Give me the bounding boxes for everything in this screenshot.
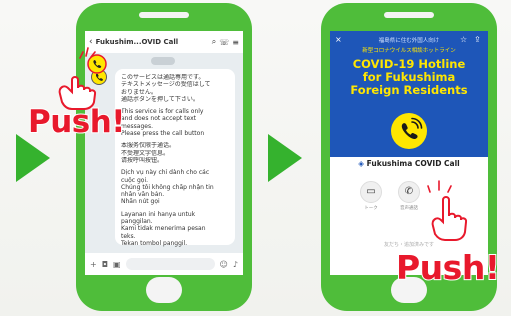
home-button	[146, 277, 182, 303]
close-icon[interactable]: ×	[335, 35, 342, 44]
message-line: Tekan tombol panggil.	[121, 239, 188, 247]
message-line: このサービスは通話専用です。	[121, 74, 205, 81]
message-line: teks.	[121, 232, 136, 240]
date-pill	[151, 57, 175, 65]
message-line: Layanan ini hanya untuk	[121, 210, 196, 218]
message-line: 本服务仅限于通话。	[121, 142, 176, 150]
message-line: テキストメッセージの受信はして	[121, 81, 211, 89]
message-line: Kami tidak menerima pesan	[121, 225, 206, 233]
middle-arrow-icon	[268, 134, 302, 182]
banner-title-line: Foreign Residents	[350, 83, 468, 97]
chat-screen: ‹ Fukushim...OVID Call ⌕ ☏ ≡ このサービスは通話専用…	[85, 31, 243, 275]
banner-subtitle-1: 福島県に住む外国人向け	[378, 38, 440, 44]
chat-body: このサービスは通話専用です。 テキストメッセージの受信はして おりません。 通話…	[85, 53, 243, 253]
phone-speaker	[384, 12, 434, 18]
tap-lines-icon	[79, 47, 96, 59]
search-icon[interactable]: ⌕	[212, 37, 216, 47]
mic-icon[interactable]: ♪	[233, 260, 238, 269]
message-line: This service is for calls only	[121, 108, 204, 116]
chat-header: ‹ Fukushim...OVID Call ⌕ ☏ ≡	[85, 31, 243, 53]
message-line: cuộc gọi.	[121, 176, 149, 184]
message-line: Dịch vụ này chỉ dành cho các	[121, 169, 210, 177]
message-line: 通話ボタンを押して下さい。	[121, 95, 199, 103]
phone-logo-icon	[391, 113, 427, 149]
message-line: nhắn văn bản.	[121, 191, 165, 199]
footer-text: 友だち・追加済みです	[383, 242, 434, 248]
voice-call-button[interactable]: ✆	[398, 181, 420, 203]
tap-lines-icon	[427, 180, 452, 193]
account-name: ◈ Fukushima COVID Call	[330, 159, 488, 168]
call-menu-icon[interactable]: ☏	[219, 38, 229, 47]
voice-call-button-label: 音声通話	[400, 206, 418, 211]
message-line: おりません。	[121, 88, 157, 96]
chat-bubble-icon: ▭	[366, 186, 376, 197]
menu-icon[interactable]: ≡	[232, 38, 239, 47]
emoji-icon[interactable]: ☺	[220, 260, 228, 269]
chat-button[interactable]: ▭	[360, 181, 382, 203]
image-icon[interactable]: ▣	[113, 260, 121, 269]
pointing-hand-icon	[431, 196, 468, 241]
chat-button-label: トーク	[364, 206, 378, 211]
plus-icon[interactable]: +	[90, 260, 97, 269]
message-line: Please press the call button	[121, 130, 205, 138]
message-line: 不受理文字信息。	[121, 149, 170, 157]
message-bubble: このサービスは通話専用です。 テキストメッセージの受信はして おりません。 通話…	[115, 69, 235, 247]
share-icon[interactable]: ⇪	[474, 35, 481, 44]
left-phone: ‹ Fukushim...OVID Call ⌕ ☏ ≡ このサービスは通話専用…	[76, 3, 252, 311]
message-input[interactable]	[125, 258, 215, 270]
message-line: 请按呼叫按钮。	[121, 156, 164, 164]
hotline-banner: × ☆ ⇪ 福島県に住む外国人向け 新型コロナウイルス相談ホットライン COVI…	[330, 31, 488, 157]
verified-shield-icon: ◈	[358, 159, 365, 168]
message-line: messages.	[121, 122, 153, 130]
message-line: Nhấn nút gọi	[121, 198, 160, 206]
chat-title: Fukushim...OVID Call	[95, 38, 179, 46]
phone-speaker	[139, 12, 189, 18]
message-line: and does not accept text	[121, 115, 197, 123]
message-line: panggilan.	[121, 218, 153, 226]
left-arrow-icon	[16, 134, 50, 182]
account-name-text: Fukushima COVID Call	[366, 159, 460, 168]
message-line: Chúng tôi không chấp nhận tin	[121, 183, 214, 191]
banner-subtitle-2: 新型コロナウイルス相談ホットライン	[362, 48, 456, 54]
input-bar: + ◘ ▣ ☺ ♪	[85, 253, 243, 275]
camera-icon[interactable]: ◘	[102, 260, 108, 269]
push-label-right: Push!	[395, 247, 501, 288]
phone-icon: ✆	[404, 186, 414, 197]
